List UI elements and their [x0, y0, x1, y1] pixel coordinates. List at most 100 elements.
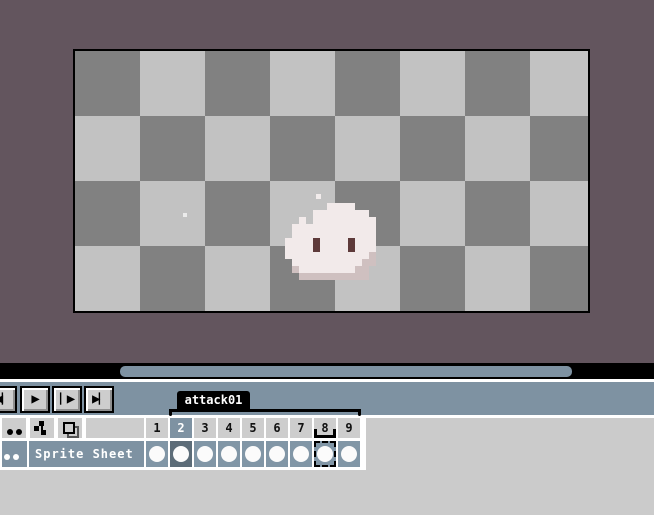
cel-frame-8[interactable]: [314, 441, 336, 467]
layer-toggles-icon[interactable]: [2, 418, 26, 438]
sprite-pixel: [299, 266, 306, 273]
animation-tag[interactable]: attack01: [177, 391, 250, 409]
play-button[interactable]: ▶: [20, 386, 50, 413]
sprite-pixel: [299, 252, 306, 259]
sprite-pixel: [313, 238, 320, 245]
step-forward-button[interactable]: ▏▶: [52, 386, 82, 413]
dot-icon: [7, 429, 13, 435]
sprite-pixel: [292, 259, 299, 266]
sprite-pixel: [299, 224, 306, 231]
animation-tag-range: [169, 409, 361, 412]
sprite-pixel: [299, 238, 306, 245]
sprite-pixel: [334, 210, 341, 217]
layer-name[interactable]: Sprite Sheet: [29, 441, 144, 467]
sprite-pixel: [320, 266, 327, 273]
frame-header-4[interactable]: 4: [218, 418, 240, 438]
sprite-pixel: [369, 238, 376, 245]
cel-frame-2[interactable]: [170, 441, 192, 467]
sprite-pixel: [320, 231, 327, 238]
sprite-pixel: [313, 210, 320, 217]
sprite-pixel: [306, 252, 313, 259]
sprite-pixel: [327, 210, 334, 217]
sprite-pixel: [320, 210, 327, 217]
sprite-pixel: [327, 217, 334, 224]
copy-icon-front-square: [63, 422, 75, 434]
sprite-pixel: [362, 210, 369, 217]
sprite-pixel: [348, 266, 355, 273]
timeline-horizontal-scrollbar[interactable]: [120, 366, 572, 377]
sprite-pixel: [341, 266, 348, 273]
sprite-pixel: [355, 224, 362, 231]
sprite-pixel: [362, 252, 369, 259]
sprite-pixel: [341, 203, 348, 210]
sprite-pixel: [355, 259, 362, 266]
sprite-pixel: [355, 217, 362, 224]
sprite-pixel: [313, 252, 320, 259]
sprite-pixel: [369, 224, 376, 231]
timeline-header-spacer: [86, 418, 144, 438]
sprite-pixel: [341, 224, 348, 231]
animation-tag-range-end: [358, 409, 361, 416]
sprite-pixel: [362, 266, 369, 273]
sprite-pixel: [355, 266, 362, 273]
sprite-pixel: [313, 259, 320, 266]
sprite-pixel: [362, 217, 369, 224]
rewind-button[interactable]: ◀▏: [0, 386, 17, 413]
sprite-pixel: [299, 259, 306, 266]
frame-header-2[interactable]: 2: [170, 418, 192, 438]
sprite-pixel: [334, 273, 341, 280]
sprite-pixel: [292, 231, 299, 238]
sprite-pixel: [348, 217, 355, 224]
sprite-pixel: [334, 231, 341, 238]
app-window: ◀▏ ▶ ▏▶ ▶▏ attack01 123456789 Sprite She…: [0, 0, 654, 515]
sprite-pixel: [313, 266, 320, 273]
frame-header-7[interactable]: 7: [290, 418, 312, 438]
sprite-pixel: [341, 252, 348, 259]
frame-header-8[interactable]: 8: [314, 418, 336, 438]
sprite-pixel: [341, 231, 348, 238]
frame-header-6[interactable]: 6: [266, 418, 288, 438]
sprite-pixel: [355, 210, 362, 217]
sprite-pixel: [299, 231, 306, 238]
cel-frame-6[interactable]: [266, 441, 288, 467]
sprite-pixel: [299, 245, 306, 252]
cel-thumbnail-dot: [269, 446, 285, 462]
frame-header-9[interactable]: 9: [338, 418, 360, 438]
frame-header-3[interactable]: 3: [194, 418, 216, 438]
timeline-options-icon[interactable]: [30, 418, 54, 438]
sprite-pixel: [285, 252, 292, 259]
sprite-pixel: [292, 252, 299, 259]
cel-frame-1[interactable]: [146, 441, 168, 467]
sprite-pixel: [362, 238, 369, 245]
duplicate-icon[interactable]: [58, 418, 82, 438]
frame-header-1[interactable]: 1: [146, 418, 168, 438]
sprite-pixel: [355, 252, 362, 259]
cel-frame-7[interactable]: [290, 441, 312, 467]
sprite-pixel: [348, 273, 355, 280]
cel-frame-5[interactable]: [242, 441, 264, 467]
sprite-pixel: [306, 238, 313, 245]
frame-header-5[interactable]: 5: [242, 418, 264, 438]
sprite-pixel: [355, 238, 362, 245]
nodes-icon-node: [34, 426, 39, 431]
sprite-pixel: [348, 224, 355, 231]
dot-icon: [16, 429, 22, 435]
sprite-pixel: [348, 238, 355, 245]
sprite-pixel: [334, 238, 341, 245]
sprite-pixel: [362, 273, 369, 280]
sprite-pixel: [292, 245, 299, 252]
cel-frame-3[interactable]: [194, 441, 216, 467]
cel-thumbnail-dot: [173, 446, 189, 462]
sprite-pixel: [306, 231, 313, 238]
skip-end-button[interactable]: ▶▏: [84, 386, 114, 413]
cel-frame-4[interactable]: [218, 441, 240, 467]
sprite-pixel: [348, 252, 355, 259]
sprite-pixel: [327, 266, 334, 273]
sprite-pixel: [348, 259, 355, 266]
sprite-pixel: [355, 231, 362, 238]
layer-visibility-toggle[interactable]: [2, 441, 27, 467]
cel-frame-9[interactable]: [338, 441, 360, 467]
sprite-pixel: [327, 203, 334, 210]
sprite-pixel: [348, 210, 355, 217]
nodes-icon-node: [39, 421, 44, 426]
